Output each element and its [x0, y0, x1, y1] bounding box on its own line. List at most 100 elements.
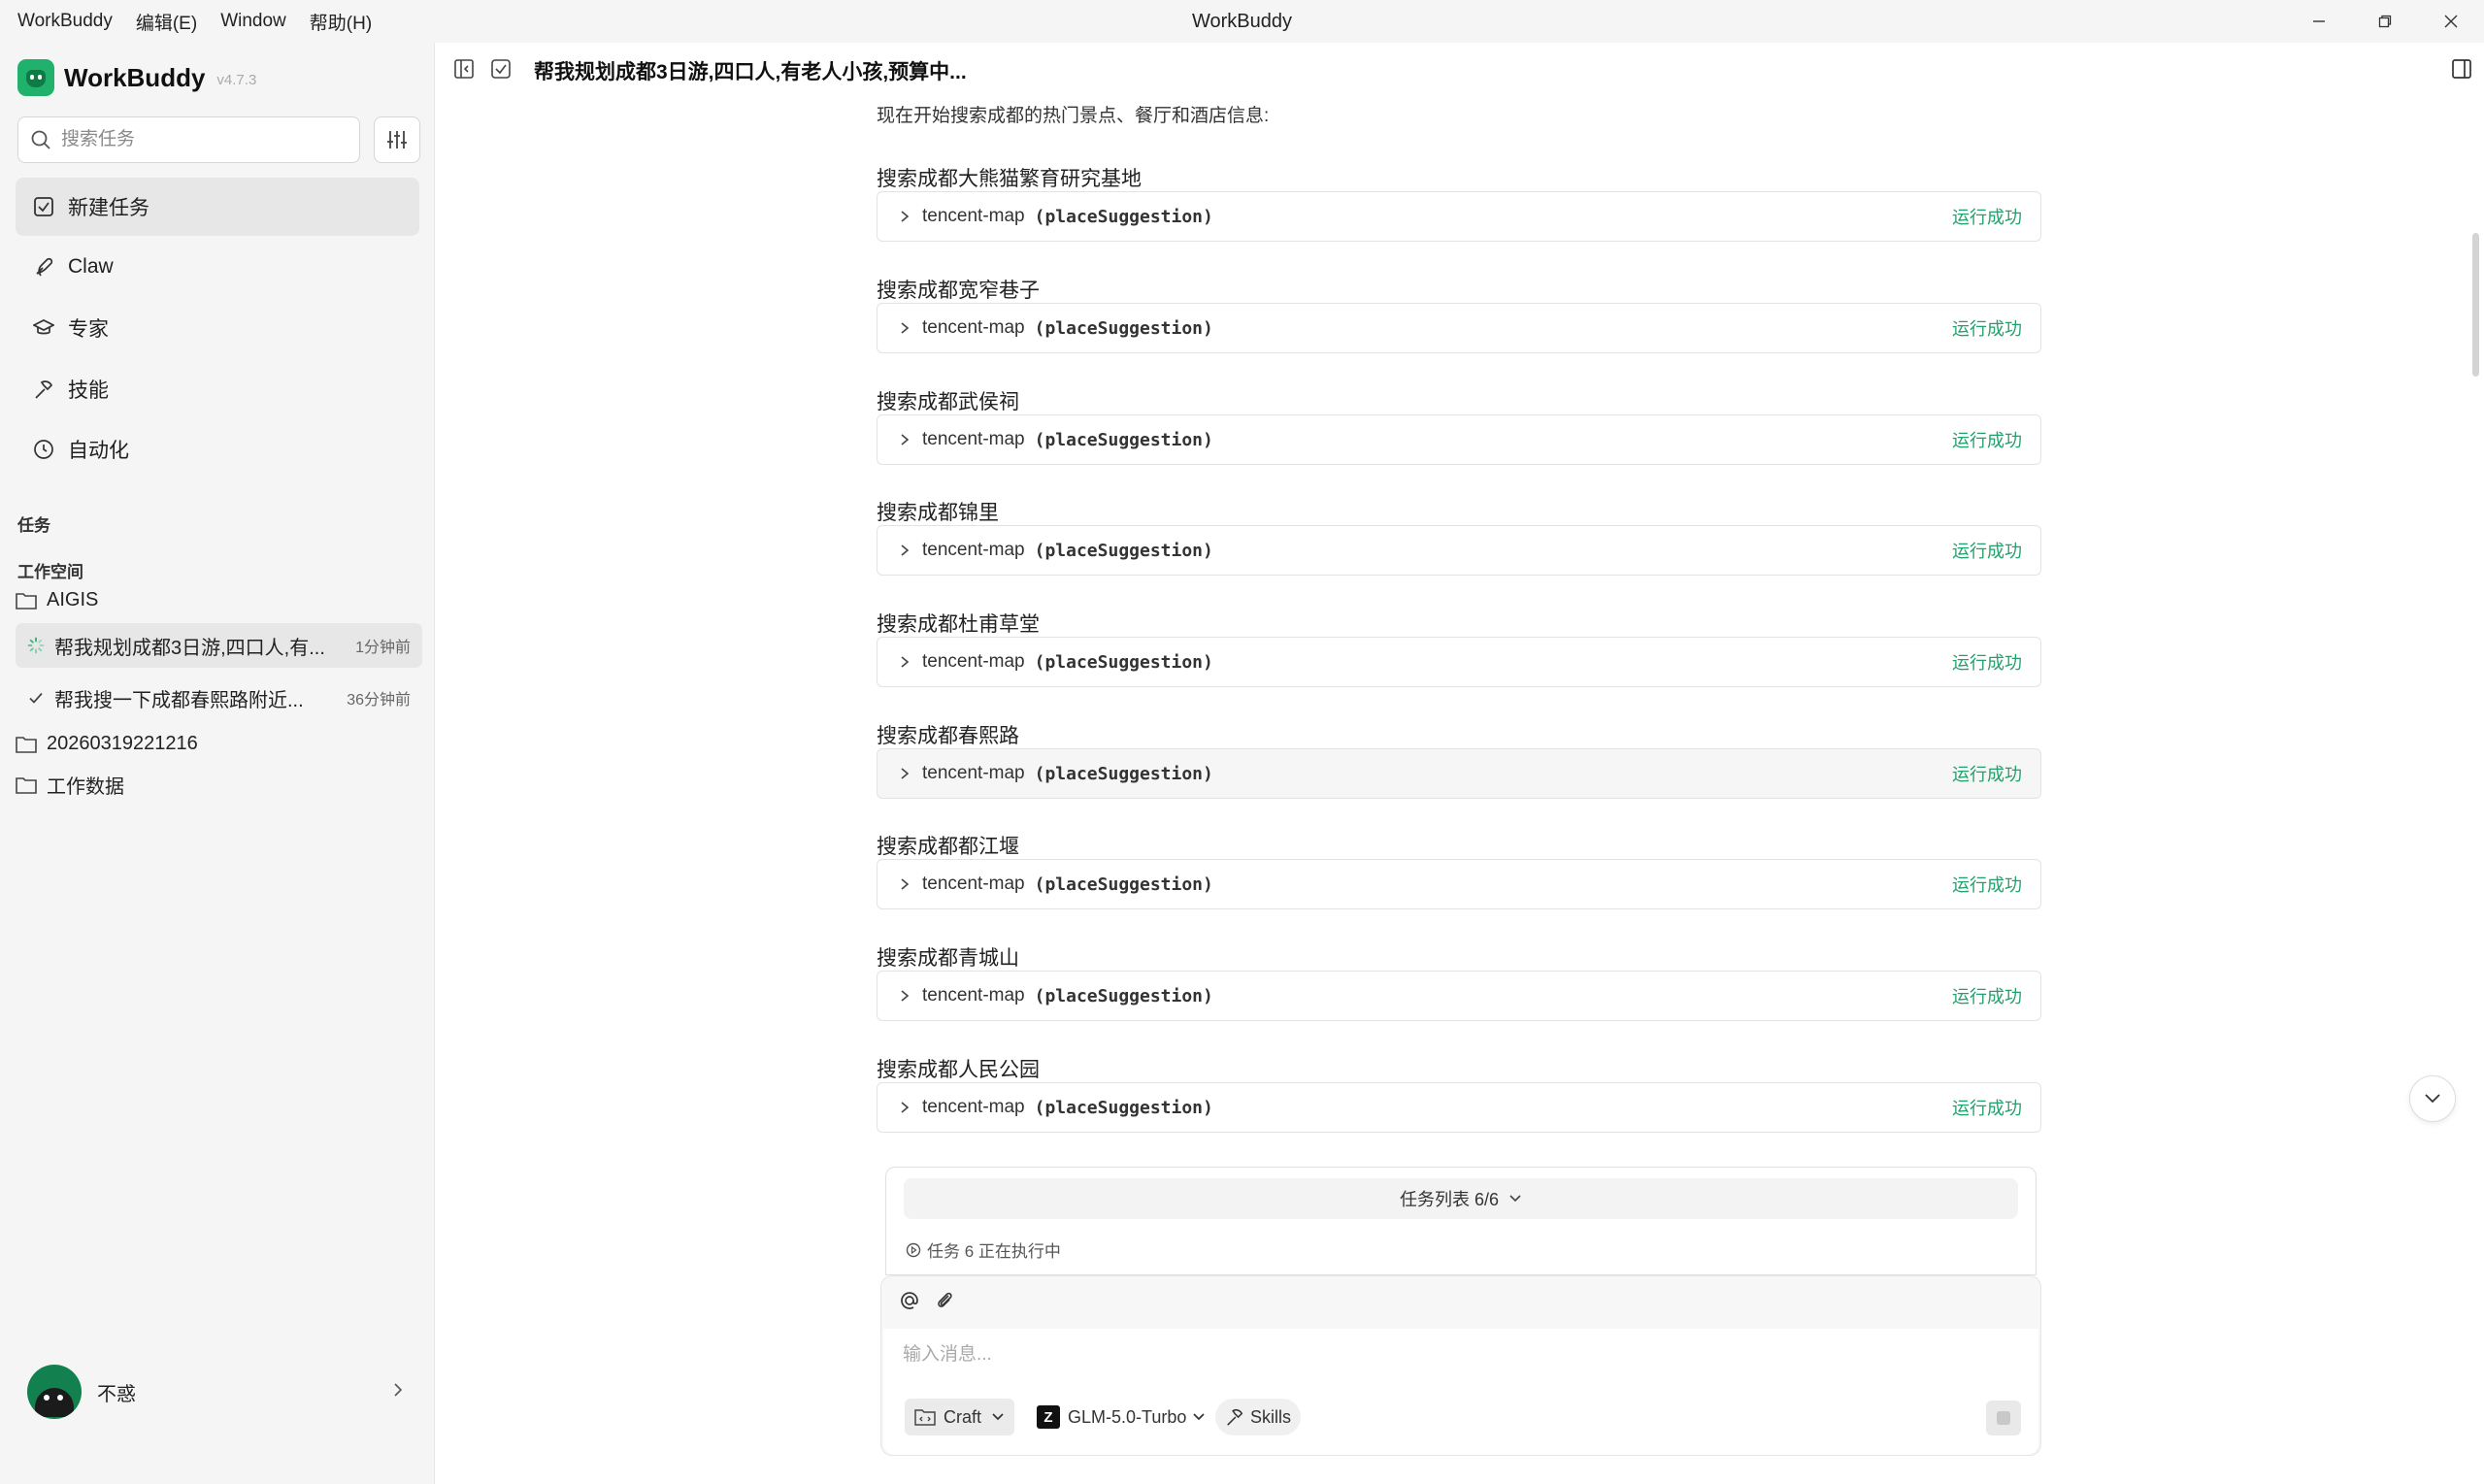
skills-icon	[35, 380, 53, 399]
folder-aigis[interactable]: AIGIS	[16, 589, 98, 611]
step-title: 搜索成都锦里	[877, 502, 999, 524]
tool-argument: (placeSuggestion)	[1034, 540, 1213, 561]
title-bar: WorkBuddy 编辑(E) Window 帮助(H) WorkBuddy	[0, 0, 2484, 43]
chat-header: 帮我规划成都3日游,四口人,有老人小孩,预算中...	[436, 43, 2484, 97]
menu-edit[interactable]: 编辑(E)	[136, 9, 197, 35]
scrollbar-thumb[interactable]	[2472, 233, 2479, 377]
collapse-sidebar-icon[interactable]	[453, 58, 475, 80]
task-item-current[interactable]: 帮我规划成都3日游,四口人,有... 1分钟前	[16, 623, 422, 668]
model-logo-icon: Z	[1037, 1405, 1060, 1429]
new-task-icon	[34, 197, 53, 216]
running-text: 任务 6 正在执行中	[927, 1242, 1061, 1261]
step-title: 搜索成都宽窄巷子	[877, 280, 1040, 302]
loading-spinner-icon	[27, 637, 45, 654]
restore-button[interactable]	[2352, 0, 2418, 43]
minimize-button[interactable]	[2286, 0, 2352, 43]
folder-20260319221216[interactable]: 20260319221216	[16, 733, 198, 755]
folder-label: AIGIS	[47, 589, 99, 610]
toggle-panel-icon[interactable]	[2451, 58, 2472, 80]
task-list-label: 任务列表 6/6	[1399, 1190, 1500, 1209]
tool-call-card[interactable]: tencent-map (placeSuggestion) 运行成功	[877, 748, 2041, 799]
page-title: 帮我规划成都3日游,四口人,有老人小孩,预算中...	[534, 61, 967, 83]
tool-call-card[interactable]: tencent-map (placeSuggestion) 运行成功	[877, 1082, 2041, 1133]
tool-argument: (placeSuggestion)	[1034, 1097, 1213, 1118]
menu-workbuddy[interactable]: WorkBuddy	[17, 11, 113, 32]
status-badge: 运行成功	[1952, 653, 2022, 673]
tool-call-card[interactable]: tencent-map (placeSuggestion) 运行成功	[877, 525, 2041, 576]
chevron-down-icon	[1193, 1413, 1205, 1421]
task-list-toggle[interactable]: 任务列表 6/6	[904, 1178, 2018, 1219]
close-button[interactable]	[2418, 0, 2484, 43]
check-icon	[29, 692, 43, 704]
chevron-right-icon	[899, 321, 911, 335]
task-label: 帮我规划成都3日游,四口人,有...	[54, 637, 325, 659]
brand: WorkBuddy v4.7.3	[17, 56, 256, 99]
nav-label: 技能	[68, 379, 109, 402]
search-input[interactable]	[61, 129, 343, 150]
message-composer: Craft Z GLM-5.0-Turbo Skills	[880, 1275, 2041, 1456]
composer-tools	[899, 1290, 955, 1311]
clock-icon	[34, 440, 53, 459]
message-input[interactable]	[903, 1344, 1971, 1366]
nav-new-task[interactable]: 新建任务	[16, 178, 419, 236]
tool-name: tencent-map	[922, 206, 1025, 226]
status-badge: 运行成功	[1952, 765, 2022, 784]
filter-button[interactable]	[374, 116, 420, 163]
task-item[interactable]: 帮我搜一下成都春熙路附近... 36分钟前	[16, 676, 422, 720]
nav-automation[interactable]: 自动化	[16, 420, 419, 478]
nav-skills[interactable]: 技能	[16, 360, 419, 418]
mode-select[interactable]: Craft	[905, 1399, 1015, 1435]
claw-icon	[36, 257, 53, 277]
scroll-to-bottom-button[interactable]	[2409, 1075, 2456, 1122]
tasks-heading: 任务	[17, 516, 50, 535]
model-select[interactable]: Z GLM-5.0-Turbo	[1027, 1399, 1215, 1435]
user-profile[interactable]: 不惑	[27, 1365, 136, 1419]
tool-name: tencent-map	[922, 540, 1025, 560]
tool-name: tencent-map	[922, 1097, 1025, 1117]
tool-call-card[interactable]: tencent-map (placeSuggestion) 运行成功	[877, 303, 2041, 353]
mention-icon[interactable]	[899, 1290, 920, 1311]
tool-name: tencent-map	[922, 429, 1025, 449]
close-icon	[2444, 15, 2458, 28]
stop-icon	[1997, 1411, 2010, 1425]
step-title: 搜索成都大熊猫繁育研究基地	[877, 168, 1142, 190]
skills-label: Skills	[1250, 1406, 1292, 1427]
app-name: WorkBuddy	[64, 62, 206, 92]
tool-call-card[interactable]: tencent-map (placeSuggestion) 运行成功	[877, 191, 2041, 242]
tool-argument: (placeSuggestion)	[1034, 874, 1213, 895]
nav-claw[interactable]: Claw	[16, 238, 419, 296]
tool-call-card[interactable]: tencent-map (placeSuggestion) 运行成功	[877, 859, 2041, 909]
tool-call-card[interactable]: tencent-map (placeSuggestion) 运行成功	[877, 971, 2041, 1021]
stop-button[interactable]	[1986, 1401, 2021, 1435]
attachment-icon[interactable]	[934, 1290, 955, 1311]
workbuddy-logo-icon	[17, 59, 54, 96]
skills-button[interactable]: Skills	[1215, 1399, 1302, 1435]
new-task-icon[interactable]	[490, 58, 512, 80]
workspace-heading: 工作空间	[17, 563, 83, 581]
play-circle-icon	[906, 1242, 921, 1257]
status-badge: 运行成功	[1952, 208, 2022, 227]
folder-label: 工作数据	[47, 776, 124, 798]
folder-label: 20260319221216	[47, 733, 198, 754]
status-badge: 运行成功	[1952, 875, 2022, 895]
tool-call-card[interactable]: tencent-map (placeSuggestion) 运行成功	[877, 637, 2041, 687]
chevron-right-icon[interactable]	[390, 1382, 406, 1398]
step-title: 搜索成都青城山	[877, 947, 1019, 970]
menu-help[interactable]: 帮助(H)	[310, 9, 372, 35]
folder-work-data[interactable]: 工作数据	[16, 771, 124, 799]
tool-argument: (placeSuggestion)	[1034, 763, 1213, 784]
skills-icon	[1227, 1408, 1243, 1426]
nav-label: 新建任务	[68, 197, 149, 219]
expert-icon	[33, 319, 54, 335]
task-search	[17, 116, 360, 163]
menu-window[interactable]: Window	[220, 11, 286, 32]
tool-name: tencent-map	[922, 985, 1025, 1006]
tool-argument: (placeSuggestion)	[1034, 317, 1213, 339]
nav-label: Claw	[68, 255, 114, 278]
status-badge: 运行成功	[1952, 1099, 2022, 1118]
status-badge: 运行成功	[1952, 319, 2022, 339]
window-controls	[2286, 0, 2484, 43]
nav-expert[interactable]: 专家	[16, 299, 419, 357]
tool-call-card[interactable]: tencent-map (placeSuggestion) 运行成功	[877, 414, 2041, 465]
chevron-right-icon	[899, 1101, 911, 1114]
